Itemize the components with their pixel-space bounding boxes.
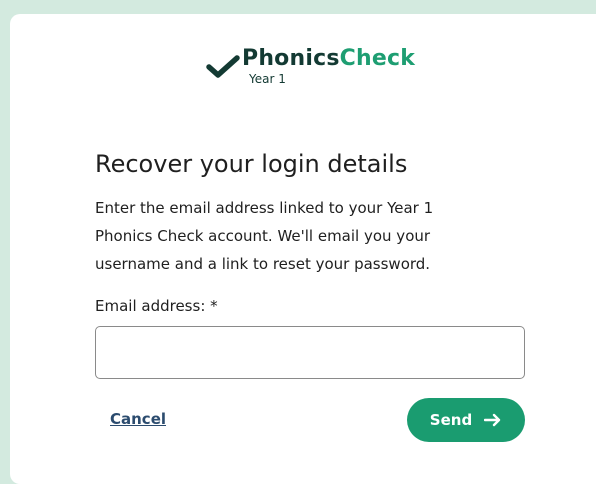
login-recovery-card: PhonicsCheck Year 1 Recover your login d… xyxy=(10,14,596,484)
email-field[interactable] xyxy=(95,326,525,379)
instructions-line: Enter the email address linked to your Y… xyxy=(95,199,434,217)
logo-wordmark-check: Check xyxy=(339,46,416,71)
logo-wordmark-phonics: Phonics xyxy=(242,46,340,71)
instructions-line: Phonics Check account. We'll email you y… xyxy=(95,227,431,245)
instructions-text: Enter the email address linked to your Y… xyxy=(95,194,515,278)
instructions-line: username and a link to reset your passwo… xyxy=(95,255,431,273)
page-title: Recover your login details xyxy=(95,150,408,178)
email-label: Email address: * xyxy=(95,297,218,315)
send-button-label: Send xyxy=(429,411,473,429)
cancel-link[interactable]: Cancel xyxy=(110,408,166,430)
send-button[interactable]: Send xyxy=(407,398,525,442)
logo-subtitle: Year 1 xyxy=(249,72,286,86)
arrow-right-icon xyxy=(484,413,501,427)
checkmark-icon xyxy=(206,55,240,78)
logo-wordmark: PhonicsCheck xyxy=(242,44,415,74)
